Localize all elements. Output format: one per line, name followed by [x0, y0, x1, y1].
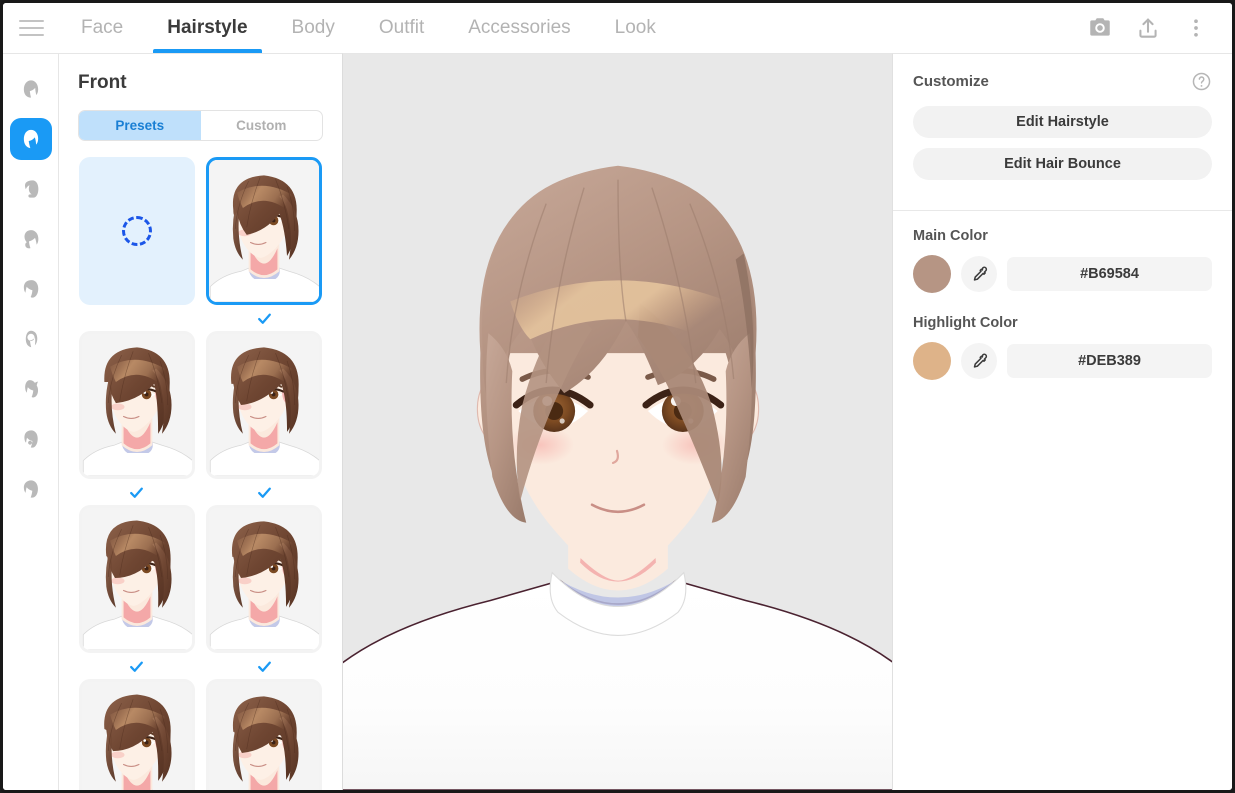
share-upload-icon[interactable]	[1126, 6, 1170, 50]
preset-thumbnail-preset-6[interactable]	[79, 679, 195, 790]
rail-item-hair-category-sidetail[interactable]	[10, 418, 52, 460]
main-color-swatch[interactable]	[913, 255, 951, 293]
customize-panel: Customize Edit Hairstyle Edit Hair Bounce…	[892, 53, 1232, 790]
panel-title: Front	[59, 54, 342, 94]
preset-avatar-preview	[209, 508, 319, 650]
tab-look[interactable]: Look	[593, 3, 678, 53]
tab-hairstyle[interactable]: Hairstyle	[145, 3, 269, 53]
app-window: FaceHairstyleBodyOutfitAccessoriesLook	[0, 0, 1235, 793]
rail-item-hair-category-front[interactable]	[10, 118, 52, 160]
preset-avatar-preview	[82, 682, 192, 790]
preset-thumbnail-preset-2[interactable]	[79, 331, 195, 479]
customize-section: Customize Edit Hairstyle Edit Hair Bounce	[893, 54, 1232, 210]
preset-thumbnail-preset-none[interactable]	[79, 157, 195, 305]
color-row: #DEB389	[913, 342, 1212, 380]
preset-grid	[59, 157, 342, 790]
customize-title: Customize	[913, 73, 989, 90]
preset-cell	[206, 505, 324, 679]
preset-avatar-preview	[82, 334, 192, 476]
no-hairstyle-icon	[122, 216, 152, 246]
preset-scroll-area[interactable]	[59, 141, 342, 790]
rail-item-hair-category-all[interactable]	[10, 68, 52, 110]
preset-thumbnail-preset-7[interactable]	[206, 679, 322, 790]
help-circle-icon[interactable]	[1191, 71, 1212, 92]
preset-avatar-preview	[209, 682, 319, 790]
color-label: Highlight Color	[913, 315, 1212, 331]
edit-hairstyle-button[interactable]: Edit Hairstyle	[913, 106, 1212, 138]
preset-cell	[206, 679, 324, 790]
customize-header: Customize	[913, 71, 1212, 92]
preset-thumbnail-preset-4[interactable]	[79, 505, 195, 653]
preset-owned-check-icon	[256, 653, 273, 679]
preset-cell	[78, 157, 196, 331]
more-options-icon[interactable]	[1174, 6, 1218, 50]
preset-avatar-preview	[209, 160, 319, 302]
app-body: Front PresetsCustom	[3, 53, 1232, 790]
color-section: Main Color #B69584 Highlight Color #DEB389	[893, 211, 1232, 422]
preset-owned-check-icon	[256, 305, 273, 331]
preset-cell	[78, 331, 196, 505]
preset-owned-check-icon	[128, 653, 145, 679]
preset-thumbnail-preset-3[interactable]	[206, 331, 322, 479]
avatar-render	[343, 54, 892, 790]
main-tab-bar: FaceHairstyleBodyOutfitAccessoriesLook	[59, 3, 678, 53]
preset-cell	[206, 331, 324, 505]
edit-hair-bounce-button[interactable]: Edit Hair Bounce	[913, 148, 1212, 180]
rail-item-hair-category-side[interactable]	[10, 168, 52, 210]
preset-cell	[78, 679, 196, 790]
camera-icon[interactable]	[1078, 6, 1122, 50]
tab-outfit[interactable]: Outfit	[357, 3, 446, 53]
preset-cell	[78, 505, 196, 679]
preset-cell	[206, 157, 324, 331]
main-color-eyedropper[interactable]	[961, 256, 997, 292]
top-bar: FaceHairstyleBodyOutfitAccessoriesLook	[3, 3, 1232, 53]
topbar-spacer	[678, 3, 1078, 53]
preset-owned-check-icon	[256, 479, 273, 505]
rail-item-hair-category-back[interactable]	[10, 218, 52, 260]
highlight-color-eyedropper[interactable]	[961, 343, 997, 379]
hamburger-menu-icon[interactable]	[3, 3, 59, 53]
color-row: #B69584	[913, 255, 1212, 293]
rail-item-hair-category-ahoge[interactable]	[10, 368, 52, 410]
preset-avatar-preview	[82, 508, 192, 650]
preset-toggle-presets[interactable]: Presets	[79, 111, 201, 140]
preset-toggle-custom[interactable]: Custom	[201, 111, 323, 140]
preset-panel: Front PresetsCustom	[59, 53, 343, 790]
color-label: Main Color	[913, 228, 1212, 244]
preset-owned-check-icon	[128, 479, 145, 505]
rail-item-hair-category-bangs[interactable]	[10, 268, 52, 310]
highlight-color-hex-field[interactable]: #DEB389	[1007, 344, 1212, 378]
tab-face[interactable]: Face	[59, 3, 145, 53]
main-color-hex-field[interactable]: #B69584	[1007, 257, 1212, 291]
avatar-viewport[interactable]	[343, 53, 892, 790]
preset-custom-toggle: PresetsCustom	[78, 110, 323, 141]
tab-accessories[interactable]: Accessories	[446, 3, 592, 53]
preset-avatar-preview	[209, 334, 319, 476]
highlight-color-swatch[interactable]	[913, 342, 951, 380]
preset-thumbnail-preset-1[interactable]	[206, 157, 322, 305]
customize-buttons: Edit Hairstyle Edit Hair Bounce	[913, 106, 1212, 180]
preset-thumbnail-preset-5[interactable]	[206, 505, 322, 653]
category-rail	[3, 53, 59, 790]
topbar-actions	[1078, 3, 1232, 53]
rail-item-hair-category-accessory[interactable]	[10, 468, 52, 510]
tab-body[interactable]: Body	[270, 3, 357, 53]
rail-item-hair-category-extension[interactable]	[10, 318, 52, 360]
